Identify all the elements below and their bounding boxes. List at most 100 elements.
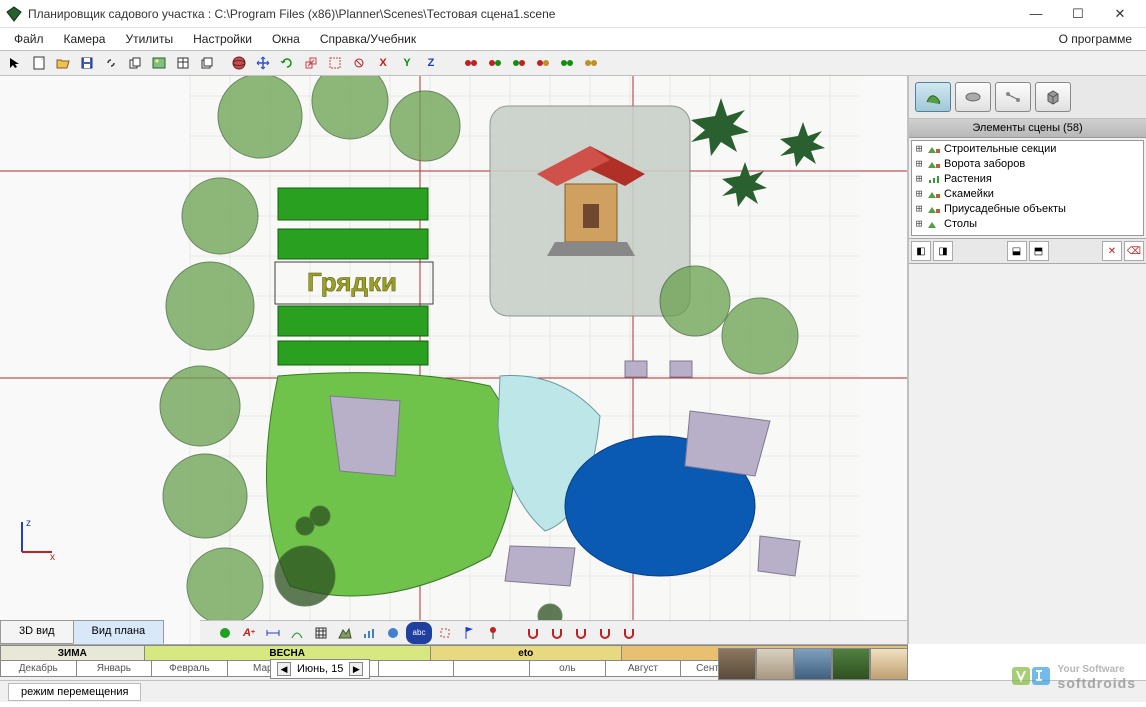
link-icon[interactable] [100,52,122,74]
month-aug[interactable]: Август [606,661,682,677]
month-may[interactable] [379,661,455,677]
tree-item[interactable]: ⊞Столы [912,216,1143,231]
box-tab-icon[interactable] [1035,82,1071,112]
tree-item-label: Приусадебные объекты [944,203,1066,215]
window-title: Планировщик садового участка : C:\Progra… [28,7,1016,21]
preview-thumbnails [718,648,908,680]
image-icon[interactable] [148,52,170,74]
layers-icon[interactable] [196,52,218,74]
globe2-icon[interactable] [382,622,404,644]
pointer-tool-icon[interactable] [4,52,26,74]
abc-label-icon[interactable]: abc [406,622,432,644]
flag-icon[interactable] [458,622,480,644]
canvas-viewport[interactable]: Грядки [0,76,908,644]
season-summer[interactable]: eto [431,645,622,661]
month-jan[interactable]: Январь [77,661,153,677]
objects-tab-icon[interactable] [915,82,951,112]
tree-item[interactable]: ⊞Строительные секции [912,141,1143,156]
tree-delete2-icon[interactable]: ⌫ [1124,241,1144,261]
pin-icon[interactable] [482,622,504,644]
current-date-label: Июнь, 15 [297,663,343,675]
snap-2-icon[interactable] [546,622,568,644]
camera-tool-4-icon[interactable] [532,52,554,74]
camera-tool-5-icon[interactable] [556,52,578,74]
tree-item[interactable]: ⊞Ворота заборов [912,156,1143,171]
menu-bar: Файл Камера Утилиты Настройки Окна Справ… [0,28,1146,50]
tree-btn-2-icon[interactable]: ◨ [933,241,953,261]
close-button[interactable]: ✕ [1100,2,1140,26]
tab-3d-view[interactable]: 3D вид [0,620,74,644]
menu-settings[interactable]: Настройки [183,29,262,49]
thumb-4[interactable] [832,648,870,680]
thumb-1[interactable] [718,648,756,680]
materials-tab-icon[interactable] [955,82,991,112]
snap-5-icon[interactable] [618,622,640,644]
svg-text:x: x [50,552,55,560]
curve-tool-icon[interactable] [286,622,308,644]
snap-1-icon[interactable] [522,622,544,644]
terrain-icon[interactable] [334,622,356,644]
menu-utils[interactable]: Утилиты [115,29,183,49]
month-feb[interactable]: Февраль [152,661,228,677]
move-tool-icon[interactable] [252,52,274,74]
scene-tree[interactable]: ⊞Строительные секции ⊞Ворота заборов ⊞Ра… [911,140,1144,236]
globe-icon[interactable] [228,52,250,74]
month-jun[interactable] [454,661,530,677]
snap-4-icon[interactable] [594,622,616,644]
copy-icon[interactable] [124,52,146,74]
camera-tool-2-icon[interactable] [484,52,506,74]
menu-windows[interactable]: Окна [262,29,310,49]
table-icon[interactable] [172,52,194,74]
connections-tab-icon[interactable] [995,82,1031,112]
minimize-button[interactable]: — [1016,2,1056,26]
tree-item[interactable]: ⊞Приусадебные объекты [912,201,1143,216]
menu-file[interactable]: Файл [4,29,54,49]
rotate-tool-icon[interactable] [276,52,298,74]
axis-x-button[interactable]: X [372,52,394,74]
snap-3-icon[interactable] [570,622,592,644]
grid-toggle-icon[interactable] [310,622,332,644]
scale-tool-icon[interactable] [300,52,322,74]
menu-camera[interactable]: Камера [54,29,116,49]
menu-about[interactable]: О программе [1059,32,1142,46]
new-file-icon[interactable] [28,52,50,74]
month-dec[interactable]: Декабрь [0,661,77,677]
save-icon[interactable] [76,52,98,74]
shape-tool-icon[interactable] [434,622,456,644]
text-tool-icon[interactable]: A+ [238,622,260,644]
axis-y-button[interactable]: Y [396,52,418,74]
thumb-5[interactable] [870,648,908,680]
tree-toolbar: ◧ ◨ ⬓ ⬒ ✕ ⌫ [909,238,1146,264]
chart-icon[interactable] [358,622,380,644]
menu-help[interactable]: Справка/Учебник [310,29,426,49]
maximize-button[interactable]: ☐ [1058,2,1098,26]
status-bar: режим перемещения [0,680,1146,702]
tree-item[interactable]: ⊞Скамейки [912,186,1143,201]
date-selector[interactable]: ◀ Июнь, 15 ▶ [270,659,370,679]
camera-tool-6-icon[interactable] [580,52,602,74]
tab-plan-view[interactable]: Вид плана [73,620,165,644]
green-dot-icon[interactable] [214,622,236,644]
thumb-2[interactable] [756,648,794,680]
camera-tool-3-icon[interactable] [508,52,530,74]
tree-item-label: Растения [944,173,992,185]
misc-tool-icon[interactable] [348,52,370,74]
open-file-icon[interactable] [52,52,74,74]
tree-btn-4-icon[interactable]: ⬒ [1029,241,1049,261]
right-panel: Элементы сцены (58) ⊞Строительные секции… [908,76,1146,644]
select-rect-icon[interactable] [324,52,346,74]
tree-item-label: Столы [944,218,977,230]
tree-btn-1-icon[interactable]: ◧ [911,241,931,261]
axis-z-button[interactable]: Z [420,52,442,74]
date-prev-icon[interactable]: ◀ [277,662,291,676]
tree-delete-icon[interactable]: ✕ [1102,241,1122,261]
month-jul[interactable]: оль [530,661,606,677]
date-next-icon[interactable]: ▶ [349,662,363,676]
season-winter[interactable]: ЗИМА [0,645,145,661]
tree-item[interactable]: ⊞Растения [912,171,1143,186]
thumb-3[interactable] [794,648,832,680]
camera-tool-1-icon[interactable] [460,52,482,74]
dimension-icon[interactable] [262,622,284,644]
tree-btn-3-icon[interactable]: ⬓ [1007,241,1027,261]
scene-elements-header: Элементы сцены (58) [909,119,1146,138]
